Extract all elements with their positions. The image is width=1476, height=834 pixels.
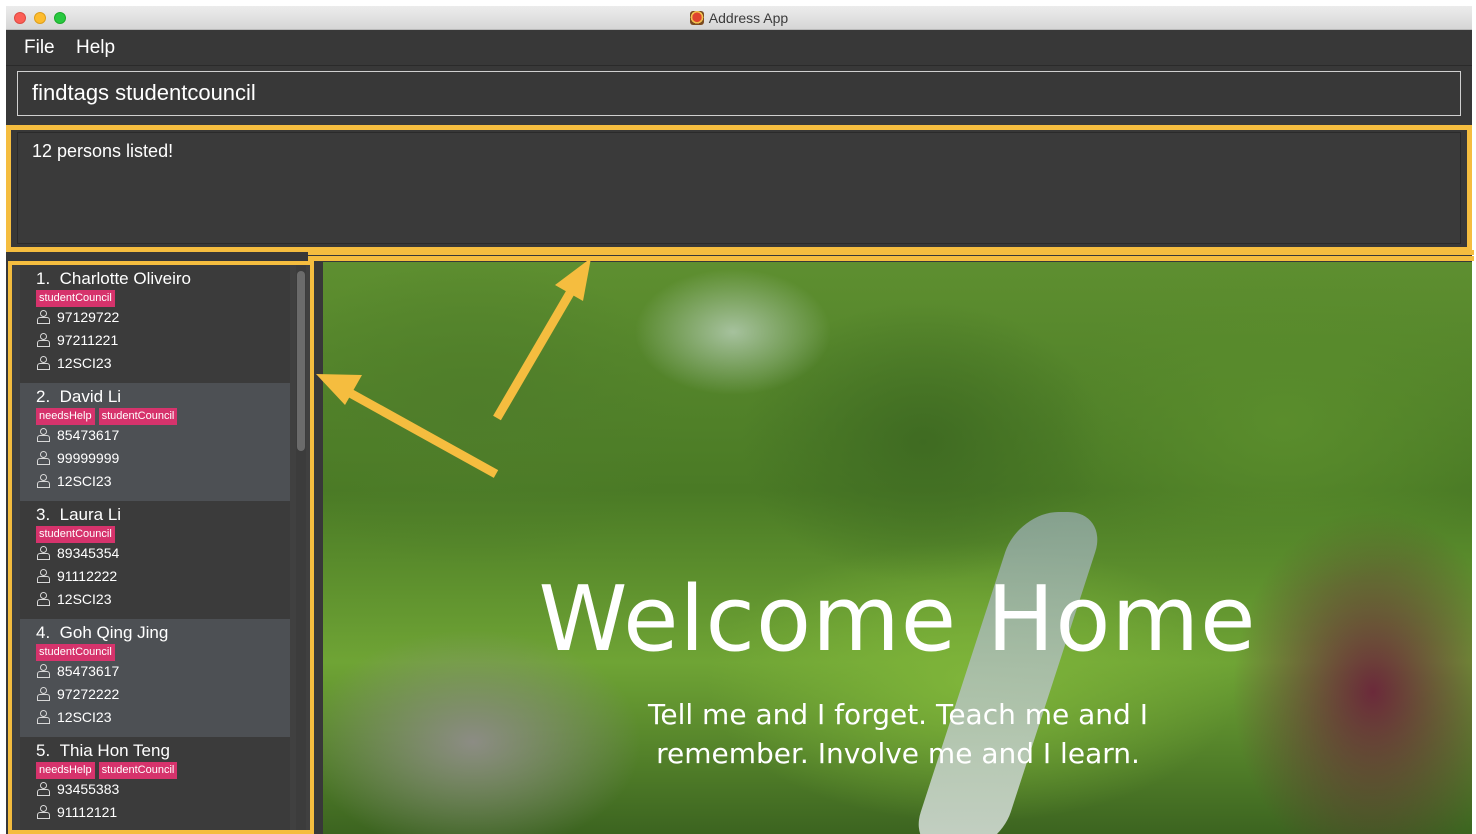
person-list-panel[interactable]: 1. Charlotte Oliveiro studentCouncil 971…	[8, 261, 314, 834]
person-name-text: Charlotte Oliveiro	[59, 269, 191, 288]
person-card[interactable]: 4. Goh Qing Jing studentCouncil 85473617…	[20, 619, 290, 737]
window-title-text: Address App	[708, 10, 789, 26]
parent-phone-icon	[36, 804, 52, 820]
tag-list: studentCouncil	[36, 290, 115, 307]
menu-bar: File Help	[6, 30, 1472, 66]
person-name-text: Thia Hon Teng	[59, 741, 170, 760]
tag: studentCouncil	[98, 762, 178, 779]
class-text: 12SCI23	[57, 473, 112, 489]
phone-field: 89345354	[36, 545, 119, 561]
result-display: 12 persons listed!	[17, 132, 1461, 244]
person-name: 2. David Li	[36, 387, 121, 407]
menu-help[interactable]: Help	[76, 37, 115, 59]
person-name: 4. Goh Qing Jing	[36, 623, 168, 643]
phone-field: 85473617	[36, 427, 119, 443]
class-text: 12SCI23	[57, 709, 112, 725]
person-index: 5.	[36, 741, 51, 760]
parent-phone-text: 91112121	[57, 804, 118, 820]
phone-text: 85473617	[57, 427, 120, 443]
person-name-text: Goh Qing Jing	[59, 623, 169, 642]
list-scrollbar-thumb[interactable]	[297, 271, 305, 451]
phone-field: 85473617	[36, 663, 119, 679]
person-card[interactable]: 1. Charlotte Oliveiro studentCouncil 971…	[20, 265, 290, 383]
person-index: 1.	[36, 269, 51, 288]
parent-phone-icon	[36, 332, 52, 348]
tag: studentCouncil	[98, 408, 178, 425]
tag: needsHelp	[36, 408, 95, 425]
parent-phone-text: 91112222	[57, 568, 118, 584]
tag-list: needsHelp studentCouncil	[36, 762, 178, 779]
phone-text: 85473617	[57, 663, 120, 679]
menu-file[interactable]: File	[24, 37, 55, 59]
browser-panel: Welcome Home Tell me and I forget. Teach…	[323, 262, 1472, 834]
title-bar: Address App	[6, 6, 1472, 30]
tag: studentCouncil	[36, 526, 115, 543]
class-icon	[36, 473, 52, 489]
parent-phone-field: 97272222	[36, 686, 119, 702]
tag: studentCouncil	[36, 290, 115, 307]
parent-phone-text: 97211221	[57, 332, 119, 348]
parent-phone-field: 99999999	[36, 450, 119, 466]
command-input[interactable]: findtags studentcouncil	[17, 71, 1461, 116]
parent-phone-text: 99999999	[57, 450, 120, 466]
browser-panel-highlight-top	[308, 250, 1474, 261]
class-text: 12SCI23	[57, 355, 112, 371]
phone-text: 89345354	[57, 545, 120, 561]
parent-phone-icon	[36, 450, 52, 466]
parent-phone-icon	[36, 686, 52, 702]
parent-phone-icon	[36, 568, 52, 584]
tag-list: studentCouncil	[36, 526, 115, 543]
tag-list: needsHelp studentCouncil	[36, 408, 178, 425]
quote-line-2: remember. Involve me and I learn.	[656, 737, 1140, 770]
class-field: 12SCI23	[36, 709, 111, 725]
app-window: Address App File Help findtags studentco…	[6, 6, 1472, 834]
phone-field: 97129722	[36, 309, 119, 325]
phone-icon	[36, 309, 52, 325]
tag: needsHelp	[36, 762, 95, 779]
person-name-text: David Li	[59, 387, 122, 406]
parent-phone-field: 97211221	[36, 332, 118, 348]
class-icon	[36, 355, 52, 371]
person-index: 3.	[36, 505, 51, 524]
phone-icon	[36, 545, 52, 561]
welcome-quote: Tell me and I forget. Teach me and I rem…	[603, 695, 1193, 773]
phone-icon	[36, 663, 52, 679]
person-name: 3. Laura Li	[36, 505, 121, 525]
class-icon	[36, 709, 52, 725]
person-name-text: Laura Li	[59, 505, 122, 524]
window-title: Address App	[6, 10, 1472, 26]
person-card[interactable]: 2. David Li needsHelp studentCouncil 854…	[20, 383, 290, 501]
phone-text: 93455383	[57, 781, 120, 797]
app-icon	[689, 11, 704, 25]
tag: studentCouncil	[36, 644, 115, 661]
phone-icon	[36, 427, 52, 443]
stream-image	[907, 512, 1109, 834]
person-card[interactable]: 3. Laura Li studentCouncil 89345354 9111…	[20, 501, 290, 619]
person-card[interactable]: 5. Thia Hon Teng needsHelp studentCounci…	[20, 737, 290, 830]
phone-text: 97129722	[57, 309, 120, 325]
quote-line-1: Tell me and I forget. Teach me and I	[648, 698, 1148, 731]
parent-phone-field: 91112121	[36, 804, 117, 820]
person-index: 2.	[36, 387, 51, 406]
class-text: 12SCI23	[57, 591, 112, 607]
class-icon	[36, 591, 52, 607]
phone-icon	[36, 781, 52, 797]
person-name: 5. Thia Hon Teng	[36, 741, 170, 761]
person-name: 1. Charlotte Oliveiro	[36, 269, 191, 289]
tag-list: studentCouncil	[36, 644, 115, 661]
phone-field: 93455383	[36, 781, 119, 797]
class-field: 12SCI23	[36, 473, 111, 489]
parent-phone-field: 91112222	[36, 568, 117, 584]
parent-phone-text: 97272222	[57, 686, 120, 702]
welcome-heading: Welcome Home	[538, 567, 1257, 672]
person-index: 4.	[36, 623, 51, 642]
class-field: 12SCI23	[36, 591, 111, 607]
class-field: 12SCI23	[36, 355, 111, 371]
